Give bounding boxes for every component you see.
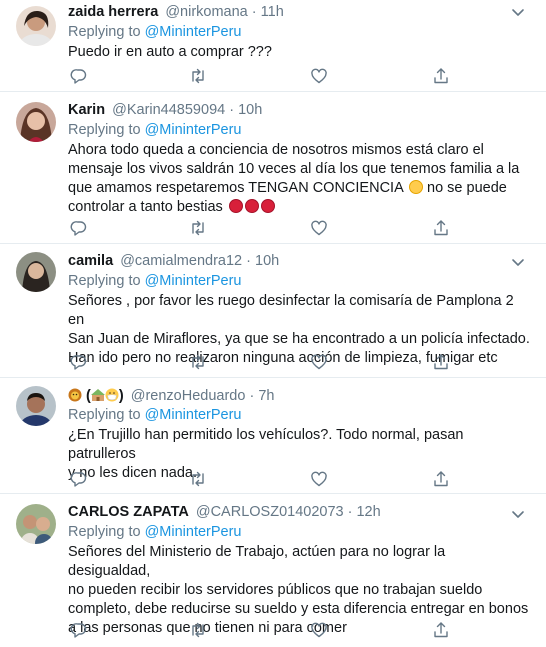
- reply-icon[interactable]: [70, 353, 88, 371]
- text-line: Señores del Ministerio de Trabajo, actúe…: [68, 544, 446, 579]
- mention-link[interactable]: @MininterPeru: [145, 524, 242, 540]
- tweet-header: camila @camialmendra12 · 10h: [68, 251, 279, 271]
- timestamp[interactable]: 10h: [255, 253, 279, 269]
- tweet-text: Puedo ir en auto a comprar ???: [68, 43, 530, 62]
- text-line: Puedo ir en auto a comprar ???: [68, 44, 272, 60]
- tweet-actions: [68, 470, 468, 490]
- user-handle[interactable]: @camialmendra12: [120, 253, 242, 269]
- tweet-actions: [68, 67, 468, 87]
- like-icon[interactable]: [310, 219, 328, 237]
- tweet-header: zaida herrera @nirkomana · 11h: [68, 2, 284, 22]
- tweet-header: () @renzoHeduardo · 7h: [68, 386, 274, 406]
- relieved-face-icon: [408, 180, 423, 194]
- text-line: que amamos respetaremos TENGAN CONCIENCI…: [68, 180, 507, 196]
- reply-icon[interactable]: [70, 621, 88, 639]
- share-icon[interactable]: [432, 353, 450, 371]
- house-icon: [90, 388, 105, 402]
- share-icon[interactable]: [432, 621, 450, 639]
- replying-to: Replying to @MininterPeru: [68, 24, 242, 40]
- tweet-actions: [68, 353, 468, 373]
- separator-dot: ·: [249, 388, 255, 404]
- chevron-down-icon[interactable]: [508, 252, 528, 272]
- like-icon[interactable]: [310, 353, 328, 371]
- separator-dot: ·: [251, 4, 257, 20]
- timestamp[interactable]: 10h: [238, 102, 262, 118]
- display-name[interactable]: zaida herrera: [68, 4, 158, 20]
- mention-link[interactable]: @MininterPeru: [145, 122, 242, 138]
- tweet-actions: [68, 219, 468, 239]
- user-handle[interactable]: @renzoHeduardo: [131, 388, 246, 404]
- share-icon[interactable]: [432, 470, 450, 488]
- user-handle[interactable]: @nirkomana: [165, 4, 247, 20]
- text-line: completo, debe reducirse su sueldo y est…: [68, 601, 529, 617]
- tweet-renzo[interactable]: () @renzoHeduardo · 7h Replying to @Mini…: [0, 378, 546, 494]
- retweet-icon[interactable]: [189, 353, 207, 371]
- reply-icon[interactable]: [70, 470, 88, 488]
- replying-to: Replying to @MininterPeru: [68, 273, 242, 289]
- tweet-camila[interactable]: camila @camialmendra12 · 10h Replying to…: [0, 244, 546, 378]
- avatar[interactable]: [16, 252, 56, 292]
- mask-face-icon: [105, 388, 119, 402]
- display-name[interactable]: CARLOS ZAPATA: [68, 504, 189, 520]
- timestamp[interactable]: 11h: [261, 4, 284, 20]
- tweet-actions: [68, 621, 468, 641]
- user-handle[interactable]: @Karin44859094: [112, 102, 225, 118]
- chevron-down-icon[interactable]: [508, 2, 528, 22]
- mention-link[interactable]: @MininterPeru: [145, 407, 242, 423]
- like-icon[interactable]: [310, 67, 328, 85]
- share-icon[interactable]: [432, 67, 450, 85]
- avatar[interactable]: [16, 386, 56, 426]
- text-line: San Juan de Miraflores, ya que se ha enc…: [68, 331, 530, 347]
- mention-link[interactable]: @MininterPeru: [145, 24, 242, 40]
- reply-icon[interactable]: [70, 67, 88, 85]
- tweet-zaida[interactable]: zaida herrera @nirkomana · 11h Replying …: [0, 0, 546, 92]
- tweet-karin[interactable]: Karin @Karin44859094 · 10h Replying to @…: [0, 92, 546, 244]
- text-line: Señores , por favor les ruego desinfecta…: [68, 293, 514, 328]
- angry-face-icon: [260, 199, 275, 213]
- retweet-icon[interactable]: [189, 219, 207, 237]
- retweet-icon[interactable]: [189, 67, 207, 85]
- reply-icon[interactable]: [70, 219, 88, 237]
- angry-face-icon: [244, 199, 259, 213]
- name-paren-close[interactable]: ): [119, 388, 124, 404]
- replying-to: Replying to @MininterPeru: [68, 407, 242, 423]
- retweet-icon[interactable]: [189, 470, 207, 488]
- timestamp[interactable]: 7h: [258, 388, 274, 404]
- angry-face-icon: [228, 199, 243, 213]
- chevron-down-icon[interactable]: [508, 504, 528, 524]
- tweet-carlos[interactable]: CARLOS ZAPATA @CARLOSZ01402073 · 12h Rep…: [0, 494, 546, 647]
- like-icon[interactable]: [310, 470, 328, 488]
- timestamp[interactable]: 12h: [356, 504, 380, 520]
- mention-link[interactable]: @MininterPeru: [145, 273, 242, 289]
- display-name[interactable]: camila: [68, 253, 113, 269]
- text-line: ¿En Trujillo han permitido los vehículos…: [68, 427, 464, 462]
- separator-dot: ·: [229, 102, 235, 118]
- avatar[interactable]: [16, 6, 56, 46]
- text-line: controlar a tanto bestias: [68, 198, 530, 217]
- avatar[interactable]: [16, 102, 56, 142]
- replying-to: Replying to @MininterPeru: [68, 524, 242, 540]
- retweet-icon[interactable]: [189, 621, 207, 639]
- lion-face-icon: [68, 388, 82, 402]
- replying-to: Replying to @MininterPeru: [68, 122, 242, 138]
- separator-dot: ·: [347, 504, 353, 520]
- display-name[interactable]: Karin: [68, 102, 105, 118]
- tweet-text: Ahora todo queda a conciencia de nosotro…: [68, 141, 530, 217]
- like-icon[interactable]: [310, 621, 328, 639]
- text-line: mensaje los vivos saldrán 10 veces al dí…: [68, 161, 520, 177]
- separator-dot: ·: [246, 253, 251, 269]
- avatar[interactable]: [16, 504, 56, 544]
- text-line: Ahora todo queda a conciencia de nosotro…: [68, 142, 484, 158]
- share-icon[interactable]: [432, 219, 450, 237]
- tweet-header: Karin @Karin44859094 · 10h: [68, 100, 262, 120]
- user-handle[interactable]: @CARLOSZ01402073: [196, 504, 344, 520]
- tweet-header: CARLOS ZAPATA @CARLOSZ01402073 · 12h: [68, 502, 381, 522]
- text-line: no pueden recibir los servidores público…: [68, 582, 483, 598]
